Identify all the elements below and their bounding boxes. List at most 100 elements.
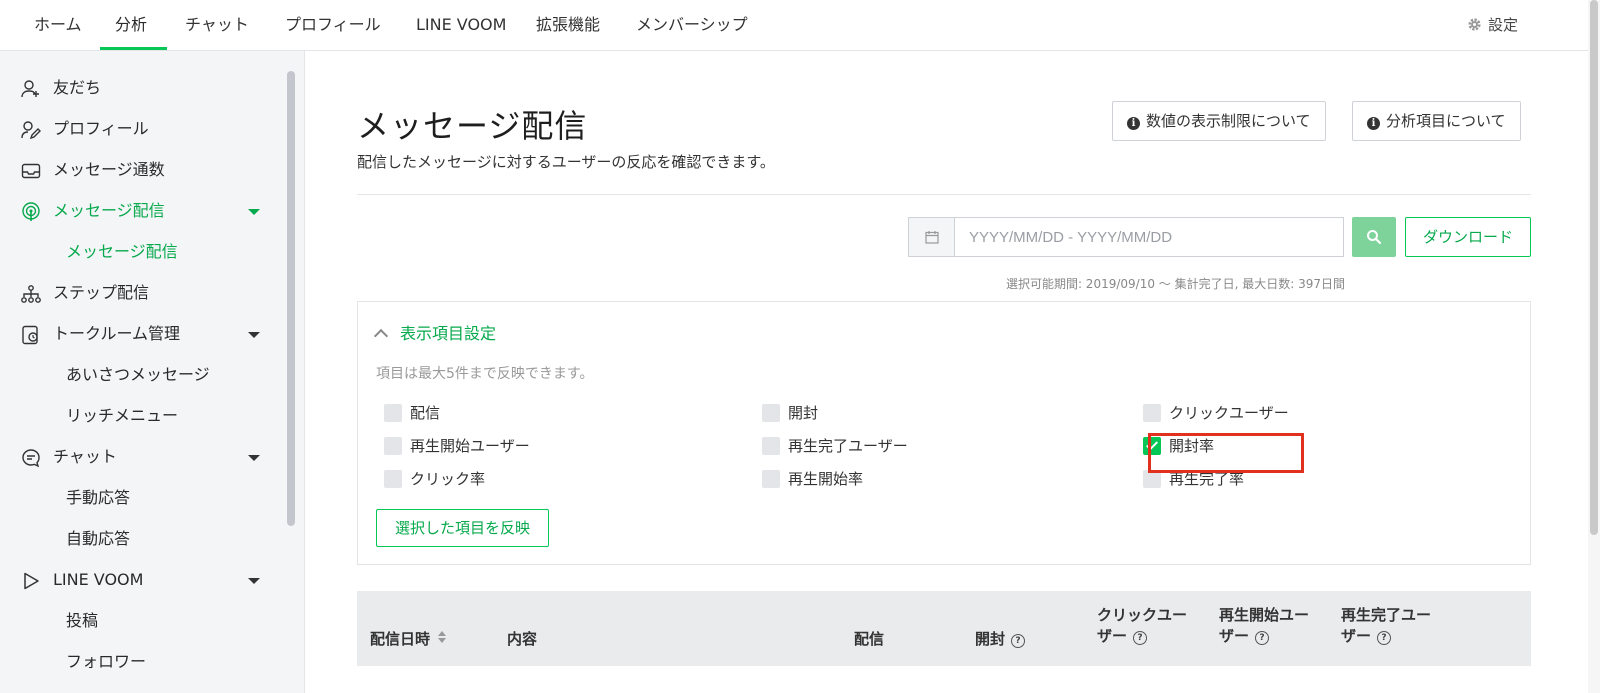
- window-scrollbar[interactable]: [1588, 0, 1600, 693]
- option-label: 再生開始ユーザー: [410, 437, 530, 455]
- help-icon[interactable]: ?: [1133, 631, 1148, 645]
- sidebar-item-message-count[interactable]: メッセージ通数: [0, 150, 283, 190]
- help-icon[interactable]: ?: [1377, 631, 1392, 645]
- sidebar-item-label: トークルーム管理: [53, 324, 181, 343]
- info-icon: i: [1127, 117, 1140, 130]
- display-limit-info-button[interactable]: i 数値の表示制限について: [1112, 101, 1326, 141]
- sidebar-item-label: LINE VOOM: [53, 570, 144, 589]
- tab-chat[interactable]: チャット: [185, 0, 249, 51]
- tab-analytics[interactable]: 分析: [115, 0, 147, 51]
- sidebar-item-chat[interactable]: チャット: [0, 437, 283, 477]
- gear-icon: [1468, 18, 1481, 31]
- page-title: メッセージ配信: [357, 107, 588, 145]
- column-label: 再生開始ユー: [1219, 606, 1310, 624]
- sidebar-item-label: プロフィール: [53, 119, 149, 138]
- sidebar-subitem-followers[interactable]: フォロワー: [66, 642, 146, 682]
- checkbox[interactable]: [762, 437, 780, 455]
- tab-extensions[interactable]: 拡張機能: [536, 0, 600, 51]
- option-label: 再生完了ユーザー: [788, 437, 908, 455]
- download-button[interactable]: ダウンロード: [1405, 217, 1531, 257]
- date-range-input[interactable]: [956, 218, 1341, 256]
- sidebar-subitem-manual-reply[interactable]: 手動応答: [66, 478, 130, 518]
- checkbox[interactable]: [384, 437, 402, 455]
- sidebar-item-label: メッセージ通数: [53, 160, 165, 179]
- chevron-down-icon: [248, 332, 260, 338]
- column-content: 内容: [507, 630, 538, 648]
- window-scrollbar-thumb[interactable]: [1590, 0, 1598, 535]
- sidebar-item-friends[interactable]: 友だち: [0, 68, 283, 108]
- sidebar-item-talkroom[interactable]: トークルーム管理: [0, 314, 283, 354]
- chevron-down-icon: [248, 455, 260, 461]
- sidebar-item-line-voom[interactable]: LINE VOOM: [0, 560, 283, 600]
- chevron-up-icon: [373, 328, 389, 344]
- chevron-down-icon: [248, 578, 260, 584]
- column-label: クリックユー: [1097, 606, 1188, 624]
- checkbox[interactable]: [762, 470, 780, 488]
- display-settings-note: 項目は最大5件まで反映できます。: [376, 366, 594, 382]
- sidebar-scrollbar[interactable]: [287, 71, 295, 526]
- sidebar-item-label: 友だち: [53, 78, 102, 97]
- search-button[interactable]: [1352, 217, 1396, 257]
- sidebar-subitem-rich-menu[interactable]: リッチメニュー: [66, 396, 178, 436]
- chevron-down-icon: [248, 209, 260, 215]
- selectable-period-note: 選択可能期間: 2019/09/10 〜 集計完了日, 最大日数: 397日間: [1005, 277, 1345, 291]
- search-icon: [1367, 230, 1382, 245]
- sidebar-subitem-auto-reply[interactable]: 自動応答: [66, 519, 130, 559]
- column-label: 開封: [975, 630, 1006, 648]
- inbox-icon: [21, 163, 41, 179]
- column-label: ザー: [1341, 627, 1372, 645]
- broadcast-icon: [22, 202, 40, 221]
- chat-bubble-icon: [22, 449, 40, 468]
- tab-home[interactable]: ホーム: [34, 0, 82, 51]
- option-label: クリックユーザー: [1169, 404, 1289, 422]
- sidebar-item-label: ステップ配信: [53, 283, 150, 302]
- step-tree-icon: [21, 285, 41, 303]
- info-button-label: 数値の表示制限について: [1146, 112, 1311, 130]
- calendar-button[interactable]: [909, 218, 955, 256]
- sidebar-subitem-greeting[interactable]: あいさつメッセージ: [66, 355, 210, 395]
- sidebar-item-message-delivery[interactable]: メッセージ配信: [0, 191, 283, 231]
- sidebar-subitem-message-delivery[interactable]: メッセージ配信: [66, 232, 178, 272]
- settings-label: 設定: [1487, 16, 1518, 34]
- checkbox[interactable]: [384, 470, 402, 488]
- column-play-start-user: 再生開始ユー ザー?: [1219, 605, 1309, 647]
- profile-edit-icon: [21, 121, 41, 140]
- column-delivery: 配信: [854, 630, 885, 648]
- column-play-complete-user: 再生完了ユー ザー?: [1341, 605, 1431, 647]
- analysis-items-info-button[interactable]: i 分析項目について: [1352, 101, 1521, 141]
- column-label: ザー: [1219, 627, 1250, 645]
- display-settings-toggle[interactable]: 表示項目設定: [373, 320, 497, 344]
- column-label: 配信日時: [370, 630, 431, 648]
- option-label: 開封: [788, 404, 819, 422]
- settings-link[interactable]: 設定: [1467, 0, 1518, 51]
- active-tab-indicator: [100, 47, 167, 50]
- top-navigation: ホーム 分析 チャット プロフィール LINE VOOM 拡張機能 メンバーシッ…: [0, 0, 1600, 51]
- sidebar-subitem-posts[interactable]: 投稿: [66, 601, 98, 641]
- checkbox[interactable]: [384, 404, 402, 422]
- column-click-user: クリックユー ザー?: [1097, 605, 1187, 647]
- checkbox[interactable]: [762, 404, 780, 422]
- main-content: メッセージ配信 配信したメッセージに対するユーザーの反応を確認できます。 i 数値…: [306, 51, 1586, 693]
- apply-selected-items-button[interactable]: 選択した項目を反映: [376, 509, 549, 547]
- column-label: 再生完了ユー: [1341, 606, 1432, 624]
- column-label: ザー: [1097, 627, 1128, 645]
- tab-line-voom[interactable]: LINE VOOM: [416, 0, 506, 51]
- help-icon[interactable]: ?: [1255, 631, 1270, 645]
- column-open: 開封?: [975, 629, 1026, 650]
- info-button-label: 分析項目について: [1386, 112, 1506, 130]
- voom-play-icon: [24, 572, 39, 590]
- display-settings-panel: 表示項目設定 項目は最大5件まで反映できます。 配信 開封 クリックユーザー 再…: [357, 301, 1531, 565]
- checkbox[interactable]: [1143, 404, 1161, 422]
- date-range-picker[interactable]: [908, 217, 1344, 257]
- sort-icon[interactable]: [438, 631, 447, 643]
- help-icon[interactable]: ?: [1011, 634, 1026, 648]
- display-settings-title: 表示項目設定: [400, 324, 497, 343]
- sidebar-item-label: メッセージ配信: [53, 201, 165, 220]
- tab-profile[interactable]: プロフィール: [285, 0, 381, 51]
- sidebar-item-profile[interactable]: プロフィール: [0, 109, 283, 149]
- column-date[interactable]: 配信日時: [370, 629, 447, 650]
- sidebar-item-step-delivery[interactable]: ステップ配信: [0, 273, 283, 313]
- tab-membership[interactable]: メンバーシップ: [636, 0, 748, 51]
- sidebar-item-label: チャット: [53, 447, 117, 466]
- page-subtitle: 配信したメッセージに対するユーザーの反応を確認できます。: [357, 153, 775, 171]
